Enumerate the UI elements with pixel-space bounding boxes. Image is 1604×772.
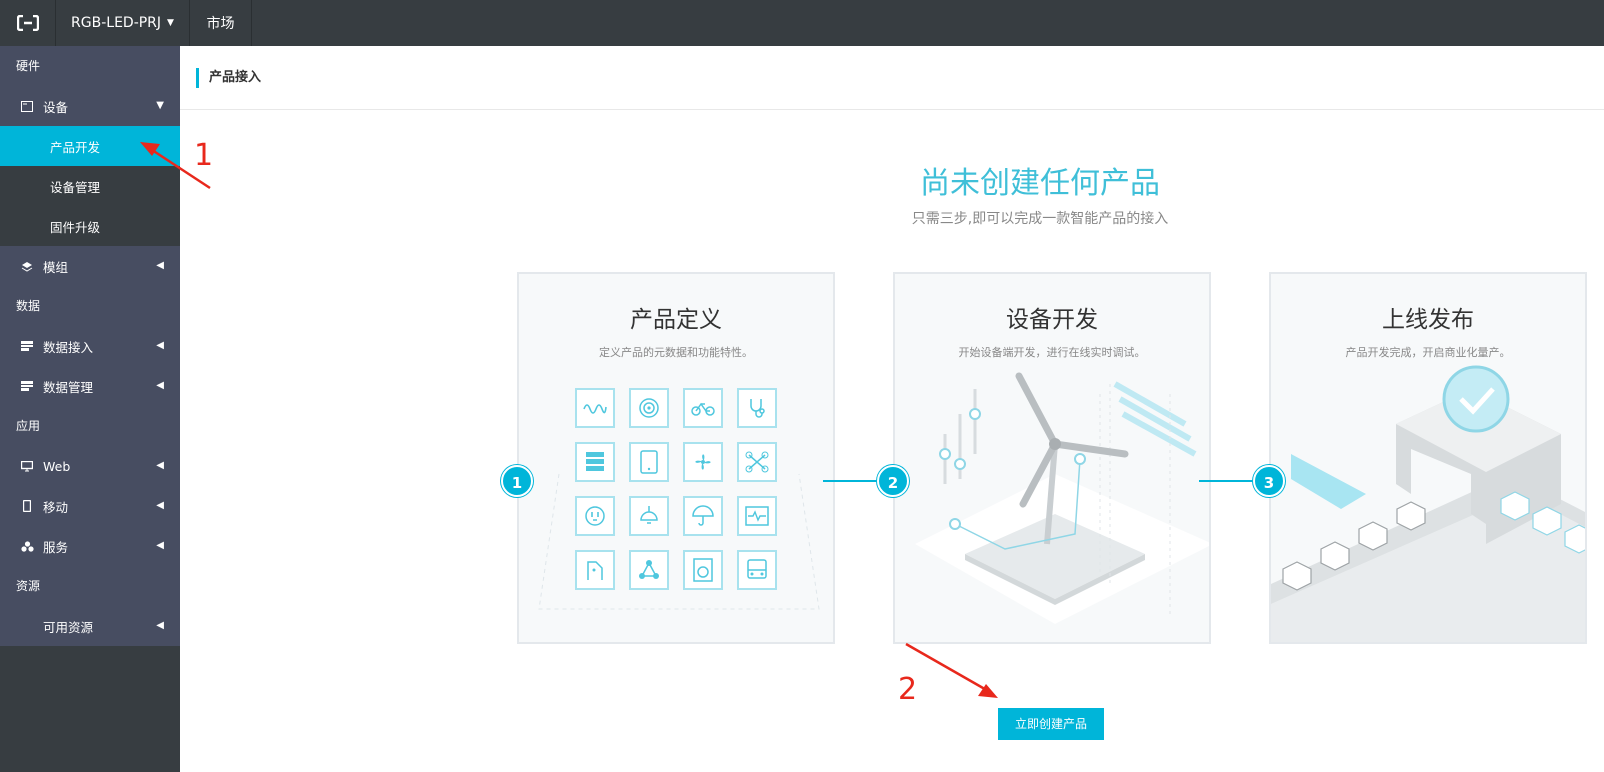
sidebar-item-label: Web	[43, 458, 71, 474]
divider	[180, 109, 1604, 110]
sidebar-item-service[interactable]: 服务 ◀	[0, 526, 180, 566]
target-icon	[629, 388, 669, 428]
umbrella-icon	[683, 496, 723, 536]
breadcrumb: 产品接入	[196, 68, 261, 88]
caret-left-icon: ◀	[156, 460, 164, 471]
card-launch: 上线发布 产品开发完成，开启商业化量产。	[1269, 272, 1587, 644]
bicycle-icon	[683, 388, 723, 428]
platform-illustration	[538, 473, 820, 610]
sidebar-item-label: 数据管理	[43, 379, 94, 395]
card-desc: 定义产品的元数据和功能特性。	[599, 346, 753, 359]
washing-machine-icon	[683, 550, 723, 590]
aliyun-logo-icon[interactable]	[0, 0, 56, 46]
card-title: 产品定义	[630, 307, 722, 333]
list-icon	[20, 339, 34, 353]
sidebar-item-module[interactable]: 模组 ◀	[0, 246, 180, 286]
caret-left-icon: ◀	[156, 620, 164, 631]
market-link[interactable]: 市场	[190, 0, 252, 46]
section-resources: 资源	[16, 579, 41, 593]
monitor-icon	[20, 459, 34, 473]
page-title: 尚未创建任何产品	[920, 166, 1160, 201]
stethoscope-icon	[737, 388, 777, 428]
sidebar-item-mobile[interactable]: 移动 ◀	[0, 486, 180, 526]
sidebar-item-label: 设备	[43, 99, 69, 115]
terminal-icon	[20, 99, 34, 113]
annotation-number-2: 2	[898, 672, 918, 707]
sidebar-item-web[interactable]: Web ◀	[0, 446, 180, 486]
section-app: 应用	[16, 419, 41, 433]
lamp-icon	[629, 496, 669, 536]
project-selector[interactable]: RGB-LED-PRJ ▼	[56, 0, 190, 46]
step-badge-3: 3	[1253, 465, 1285, 497]
step-badge-2: 2	[877, 465, 909, 497]
caret-down-icon: ▼	[167, 18, 174, 28]
sidebar-item-data-access[interactable]: 数据接入 ◀	[0, 326, 180, 366]
sidebar-item-resources[interactable]: 可用资源 ◀	[0, 606, 180, 646]
tablet-icon	[629, 442, 669, 482]
caret-left-icon: ◀	[156, 500, 164, 511]
card-title: 设备开发	[1006, 307, 1098, 333]
door-lock-icon	[575, 550, 615, 590]
page-subtitle: 只需三步,即可以完成一款智能产品的接入	[911, 211, 1169, 227]
caret-left-icon: ◀	[156, 340, 164, 351]
create-product-button[interactable]: 立即创建产品	[998, 708, 1104, 740]
caret-left-icon: ◀	[156, 540, 164, 551]
project-name: RGB-LED-PRJ	[71, 15, 162, 31]
sidebar-item-label: 可用资源	[43, 619, 94, 635]
section-hardware: 硬件	[16, 59, 41, 73]
caret-left-icon: ◀	[156, 260, 164, 271]
sidebar-item-firmware[interactable]: 固件升级	[0, 206, 180, 246]
section-data: 数据	[16, 299, 41, 313]
list-icon	[20, 379, 34, 393]
mobile-icon	[20, 499, 34, 513]
caret-left-icon: ◀	[156, 380, 164, 391]
network-icon	[629, 550, 669, 590]
ecg-monitor-icon	[737, 496, 777, 536]
step-badge-1: 1	[501, 465, 533, 497]
wind-turbine-illustration	[915, 372, 1209, 624]
drone-icon	[737, 442, 777, 482]
bus-icon	[737, 550, 777, 590]
step-connector	[1199, 480, 1255, 482]
sidebar-item-label: 数据接入	[43, 339, 94, 355]
cubes-icon	[20, 539, 34, 553]
sidebar-item-label: 移动	[43, 499, 69, 515]
top-bar: RGB-LED-PRJ ▼ 市场	[0, 0, 1604, 46]
factory-line-illustration	[1271, 365, 1585, 642]
server-icon	[575, 442, 615, 482]
card-product-definition: 产品定义 定义产品的元数据和功能特性。	[517, 272, 835, 644]
fan-icon	[683, 442, 723, 482]
main-content: 产品接入 尚未创建任何产品 只需三步,即可以完成一款智能产品的接入 产品定义 定…	[180, 46, 1604, 772]
wave-icon	[575, 388, 615, 428]
annotation-number-1: 1	[194, 138, 214, 173]
sidebar-item-device[interactable]: 设备 ▼	[0, 86, 180, 126]
sidebar-item-label: 服务	[43, 539, 69, 555]
sidebar-item-data-mgmt[interactable]: 数据管理 ◀	[0, 366, 180, 406]
sidebar-item-label: 模组	[43, 259, 69, 275]
caret-down-icon: ▼	[156, 100, 164, 111]
socket-icon	[575, 496, 615, 536]
card-title: 上线发布	[1382, 307, 1474, 333]
step-connector	[823, 480, 879, 482]
layers-icon	[20, 259, 34, 273]
card-device-development: 设备开发 开始设备端开发，进行在线实时调试。	[893, 272, 1211, 644]
